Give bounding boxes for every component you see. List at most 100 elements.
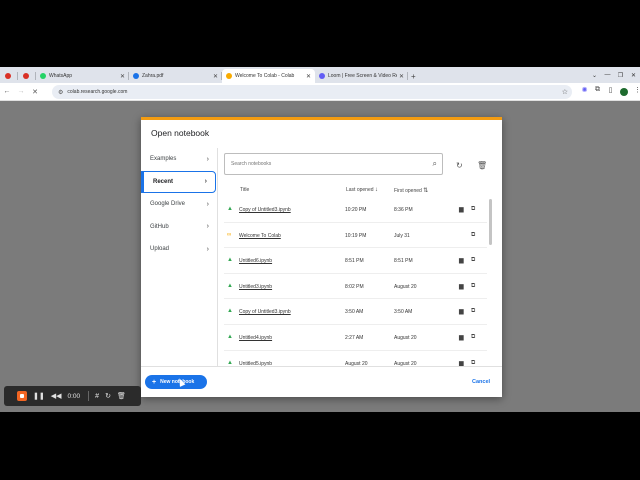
cancel-button[interactable]: Cancel — [472, 379, 490, 385]
window-controls: ⌄ — ❐ ✕ — [588, 67, 640, 83]
tab-2[interactable]: WhatsApp ✕ — [36, 69, 129, 83]
folder-icon[interactable]: ▆ — [459, 308, 464, 315]
chevron-right-icon: › — [206, 245, 209, 253]
rewind-icon[interactable]: ◀◀ — [51, 392, 62, 400]
open-notebook-dialog: Open notebook Examples › Recent › Google Dri… — [141, 117, 502, 397]
table-row[interactable]: ∞ Welcome To Colab 10:19 PM July 31 ⧉ — [224, 223, 487, 249]
first-opened: July 31 — [394, 232, 410, 239]
notebook-title[interactable]: Untitled6.ipynb — [239, 258, 272, 264]
open-in-new-tab-icon[interactable]: ⧉ — [471, 308, 475, 315]
close-tab-icon[interactable]: ✕ — [399, 73, 404, 80]
menu-icon[interactable]: ⋮ — [631, 86, 640, 98]
nav-item-google-drive[interactable]: Google Drive › — [141, 193, 217, 215]
minimize-button[interactable]: — — [601, 72, 614, 78]
chevron-down-icon[interactable]: ⌄ — [588, 72, 601, 79]
nav-item-label: Upload — [150, 246, 170, 252]
back-button[interactable]: ← — [0, 88, 14, 95]
chevron-right-icon: › — [206, 200, 209, 208]
table-row[interactable]: ▲ Untitled6.ipynb 8:51 PM 8:51 PM ▆ ⧉ — [224, 248, 487, 274]
restart-icon[interactable]: ↻ — [105, 392, 111, 400]
drive-icon: ▲ — [227, 282, 233, 289]
profile-avatar[interactable] — [620, 88, 628, 96]
folder-icon[interactable]: ▆ — [459, 257, 464, 264]
new-notebook-button[interactable]: + New notebook — [145, 375, 207, 389]
folder-icon[interactable]: ▆ — [459, 283, 464, 290]
first-opened: 8:51 PM — [394, 258, 413, 265]
table-row[interactable]: ▲ Untitled4.ipynb 2:27 AM August 20 ▆ ⧉ — [224, 325, 487, 351]
tab-4[interactable]: Welcome To Colab - Colab ✕ — [222, 69, 315, 83]
drive-icon: ▲ — [227, 359, 233, 366]
record-icon — [22, 73, 29, 79]
reload-button[interactable]: ✕ — [28, 88, 42, 96]
tab-label: WhatsApp — [49, 73, 73, 79]
table-row[interactable]: ▲ Untitled3.ipynb 8:02 PM August 20 ▆ ⧉ — [224, 274, 487, 300]
search-input[interactable] — [231, 161, 421, 167]
notebook-title[interactable]: Untitled3.ipynb — [239, 284, 272, 290]
bookmark-star-icon[interactable]: ☆ — [562, 88, 568, 96]
nav-item-upload[interactable]: Upload › — [141, 238, 217, 260]
delete-recording-icon[interactable]: 🗑 — [117, 392, 126, 400]
arrow-down-icon: ↓ — [374, 187, 378, 193]
forward-button[interactable]: → — [14, 88, 28, 95]
notebook-title[interactable]: Copy of Untitled3.ipynb — [239, 309, 291, 315]
open-in-new-tab-icon[interactable]: ⧉ — [471, 257, 475, 264]
table-row[interactable]: ▲ Copy of Untitled3.ipynb 10:20 PM 8:36 PM ▆… — [224, 197, 487, 223]
puzzle-icon[interactable]: ⧉ — [591, 86, 604, 98]
nav-item-examples[interactable]: Examples › — [141, 148, 217, 170]
search-icon[interactable]: ⌕ — [433, 159, 437, 169]
column-title[interactable]: Title — [240, 187, 249, 193]
column-last-opened[interactable]: Last opened ↓ — [346, 187, 378, 193]
close-tab-icon[interactable]: ✕ — [306, 73, 311, 80]
search-box[interactable]: ⌕ — [224, 153, 443, 175]
tab-0[interactable] — [0, 69, 18, 83]
nav-item-label: GitHub — [150, 223, 169, 230]
nav-divider — [217, 148, 218, 366]
drive-icon: ▲ — [227, 308, 233, 315]
close-tab-icon[interactable]: ✕ — [120, 73, 125, 80]
stop-recording-button[interactable] — [17, 391, 27, 401]
nav-item-label: Examples — [150, 156, 177, 162]
open-in-new-tab-icon[interactable]: ⧉ — [471, 334, 475, 341]
drive-icon — [133, 73, 139, 79]
nav-item-recent[interactable]: Recent › — [141, 170, 216, 193]
site-info-icon[interactable]: ⚙ — [58, 89, 63, 96]
notebook-title[interactable]: Copy of Untitled3.ipynb — [239, 207, 291, 213]
table-row[interactable]: ▲ Untitled5.ipynb August 20 August 20 ▆ ⧉ — [224, 351, 487, 366]
grid-icon[interactable]: # — [95, 393, 99, 400]
folder-icon[interactable]: ▆ — [459, 206, 464, 213]
close-window-button[interactable]: ✕ — [627, 72, 640, 79]
extension-icon[interactable]: ✺ — [578, 86, 591, 98]
trash-icon[interactable]: 🗑 — [477, 161, 487, 170]
sidepanel-icon[interactable]: ▯ — [604, 86, 617, 98]
tab-separator — [407, 72, 408, 80]
first-opened: August 20 — [394, 283, 417, 290]
scrollbar[interactable] — [489, 199, 492, 245]
last-opened: 10:20 PM — [345, 207, 367, 213]
notebook-title[interactable]: Welcome To Colab — [239, 233, 281, 239]
close-tab-icon[interactable]: ✕ — [213, 73, 218, 80]
extension-icons: ✺ ⧉ ▯ ⋮ — [578, 86, 640, 98]
tab-5[interactable]: Loom | Free Screen & Video Re ✕ — [315, 69, 408, 83]
dialog-title: Open notebook — [151, 128, 210, 138]
chevron-right-icon: › — [206, 223, 209, 230]
column-first-opened[interactable]: First opened ⇅ — [394, 187, 428, 194]
tab-3[interactable]: Zahra.pdf ✕ — [129, 69, 222, 83]
table-row[interactable]: ▲ Copy of Untitled3.ipynb 3:50 AM 3:50 AM ▆ ⧉ — [224, 299, 487, 325]
notebook-title[interactable]: Untitled4.ipynb — [239, 335, 272, 341]
chevron-right-icon: › — [204, 178, 207, 185]
maximize-button[interactable]: ❐ — [614, 72, 627, 79]
tab-label: Welcome To Colab - Colab — [235, 73, 295, 79]
nav-item-github[interactable]: GitHub › — [141, 216, 217, 238]
pause-icon[interactable]: ❚❚ — [33, 392, 45, 400]
folder-icon[interactable]: ▆ — [459, 334, 464, 341]
recording-time: 0:00 — [67, 392, 81, 400]
tab-1[interactable] — [18, 69, 36, 83]
new-tab-button[interactable]: + — [411, 69, 416, 83]
address-bar[interactable]: ⚙ colab.research.google.com ☆ — [52, 85, 572, 99]
tab-label: Loom | Free Screen & Video Re — [328, 73, 397, 79]
open-in-new-tab-icon[interactable]: ⧉ — [471, 206, 475, 213]
table-header: Title Last opened ↓ First opened ⇅ — [228, 185, 490, 195]
open-in-new-tab-icon[interactable]: ⧉ — [471, 283, 475, 290]
refresh-icon[interactable]: ↻ — [456, 161, 463, 170]
open-in-new-tab-icon[interactable]: ⧉ — [471, 232, 475, 239]
